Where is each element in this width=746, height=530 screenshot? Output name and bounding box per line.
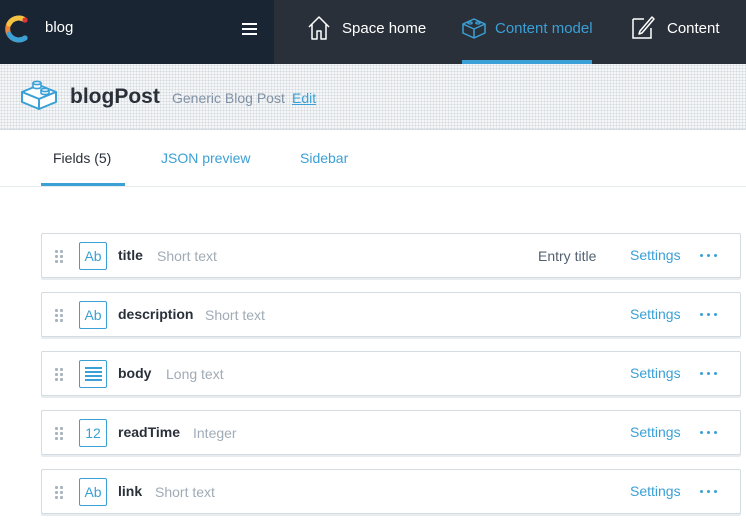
short-text-icon: Ab (79, 478, 107, 506)
field-row-title[interactable]: Ab title Short text Entry title Settings (41, 233, 741, 278)
field-settings-button[interactable]: Settings (630, 365, 681, 381)
tab-sidebar[interactable]: Sidebar (300, 150, 348, 166)
hamburger-icon[interactable] (242, 23, 257, 35)
tab-json-preview[interactable]: JSON preview (161, 150, 250, 166)
integer-icon: 12 (79, 419, 107, 447)
drag-handle-icon[interactable] (55, 486, 63, 499)
lego-brick-icon (21, 80, 57, 110)
content-type-name: blogPost (70, 85, 160, 108)
field-row-link[interactable]: Ab link Short text Settings (41, 469, 741, 514)
field-row-description[interactable]: Ab description Short text Settings (41, 292, 741, 337)
nav-label-content: Content (667, 20, 720, 37)
short-text-icon: Ab (79, 301, 107, 329)
field-row-body[interactable]: body Long text Settings (41, 351, 741, 396)
house-icon (308, 16, 330, 40)
field-name: link (118, 483, 143, 499)
ellipsis-icon[interactable] (700, 489, 718, 495)
drag-handle-icon[interactable] (55, 368, 63, 381)
field-settings-button[interactable]: Settings (630, 483, 681, 499)
field-type: Long text (166, 366, 224, 382)
nav-label-space-home: Space home (342, 20, 427, 37)
short-text-icon: Ab (79, 242, 107, 270)
entry-title-badge: Entry title (538, 248, 597, 264)
drag-handle-icon[interactable] (55, 250, 63, 263)
ellipsis-icon[interactable] (700, 371, 718, 377)
field-type: Short text (157, 248, 217, 264)
field-name: title (118, 247, 143, 263)
nav-label-content-model: Content model (495, 20, 593, 37)
nav-space-home[interactable]: Space home (300, 0, 440, 64)
long-text-icon (79, 360, 107, 388)
contentful-logo-icon (5, 15, 28, 43)
active-tab-indicator (41, 183, 125, 186)
edit-description-link[interactable]: Edit (292, 90, 316, 106)
field-settings-button[interactable]: Settings (630, 306, 681, 322)
space-name: blog (45, 19, 74, 36)
field-type: Integer (193, 425, 237, 441)
nav-content-model[interactable]: Content model (460, 0, 594, 64)
field-settings-button[interactable]: Settings (630, 247, 681, 263)
field-name: readTime (118, 424, 180, 440)
tab-fields[interactable]: Fields (5) (53, 150, 111, 166)
space-switcher[interactable]: blog (0, 0, 274, 64)
top-navigation: blog Space home Content model Content (0, 0, 746, 64)
field-name: body (118, 365, 152, 381)
field-row-readtime[interactable]: 12 readTime Integer Settings (41, 410, 741, 455)
content-type-description: Generic Blog Post (172, 90, 285, 106)
field-type: Short text (155, 484, 215, 500)
cube-icon (462, 18, 486, 39)
content-type-header: blogPost Generic Blog Post Edit (0, 64, 746, 130)
drag-handle-icon[interactable] (55, 309, 63, 322)
ellipsis-icon[interactable] (700, 430, 718, 436)
field-settings-button[interactable]: Settings (630, 424, 681, 440)
ellipsis-icon[interactable] (700, 253, 718, 259)
nav-content[interactable]: Content (630, 0, 740, 64)
pen-document-icon (632, 16, 655, 39)
field-type: Short text (205, 307, 265, 323)
content-type-tabs: Fields (5) JSON preview Sidebar (0, 131, 746, 187)
drag-handle-icon[interactable] (55, 427, 63, 440)
ellipsis-icon[interactable] (700, 312, 718, 318)
field-name: description (118, 306, 194, 322)
